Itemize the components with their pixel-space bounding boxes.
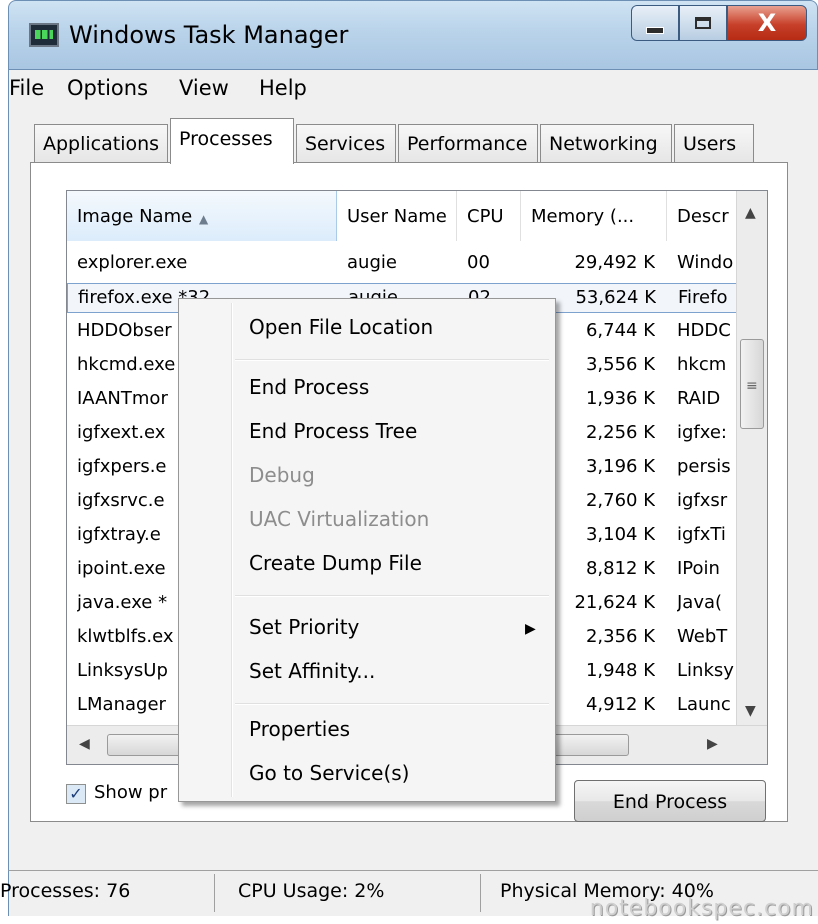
menu-separator	[235, 703, 549, 705]
cell-name: explorer.exe	[77, 252, 188, 273]
menu-view[interactable]: View	[179, 76, 229, 100]
tab-services[interactable]: Services	[296, 124, 396, 162]
scroll-left-icon[interactable]: ◀	[79, 736, 90, 752]
cell-cpu: 00	[467, 252, 490, 273]
status-divider	[480, 874, 481, 912]
menu-end-process[interactable]: End Process	[249, 375, 369, 399]
cell-desc: HDDC	[677, 320, 731, 341]
cell-desc: RAID	[677, 388, 721, 409]
context-menu: Open File Location End Process End Proce…	[178, 298, 556, 802]
show-processes-checkbox[interactable]: ✓	[66, 784, 86, 804]
cell-desc: Windo	[677, 252, 734, 273]
cell-desc: Java(	[677, 592, 723, 613]
minimize-button[interactable]	[631, 5, 679, 41]
menu-file[interactable]: File	[9, 76, 44, 100]
status-processes: Processes: 76	[0, 880, 131, 902]
submenu-arrow-icon: ▶	[525, 621, 536, 637]
caption-buttons: X	[631, 5, 807, 43]
maximize-button[interactable]	[679, 5, 727, 41]
menu-separator	[235, 595, 549, 597]
cell-desc: igfxe:	[677, 422, 728, 443]
cell-user: augie	[347, 252, 397, 273]
menu-gutter	[231, 303, 233, 797]
vertical-scrollbar[interactable]: ▲ ≡ ▼	[736, 191, 767, 725]
menu-set-affinity[interactable]: Set Affinity...	[249, 659, 375, 683]
cell-desc: Firefo	[678, 287, 728, 308]
menu-help[interactable]: Help	[259, 76, 307, 100]
menu-uac-virtualization: UAC Virtualization	[249, 507, 430, 531]
close-icon: X	[757, 9, 777, 37]
check-mark-icon: ✓	[69, 784, 83, 803]
cell-desc: WebT	[677, 626, 728, 647]
watermark: notebookspec.com	[589, 896, 814, 921]
tab-networking[interactable]: Networking	[540, 124, 672, 162]
menu-end-process-tree[interactable]: End Process Tree	[249, 419, 417, 443]
scroll-right-icon[interactable]: ▶	[707, 736, 718, 752]
menu-options[interactable]: Options	[67, 76, 148, 100]
menu-open-file-location[interactable]: Open File Location	[249, 315, 433, 339]
menu-create-dump-file[interactable]: Create Dump File	[249, 551, 422, 575]
grip-icon: ≡	[746, 378, 758, 394]
menu-properties[interactable]: Properties	[249, 717, 350, 741]
end-process-button[interactable]: End Process	[574, 780, 766, 822]
cell-mem: 29,492 K	[574, 252, 655, 273]
title-bar[interactable]: Windows Task Manager X	[8, 0, 818, 70]
minimize-icon	[646, 26, 664, 34]
tab-users[interactable]: Users	[674, 124, 754, 162]
cell-desc: IPoin	[677, 558, 720, 579]
column-label: Image Name	[77, 206, 193, 227]
column-user-name[interactable]: User Name	[337, 191, 457, 241]
task-manager-icon	[29, 23, 59, 47]
scroll-up-icon[interactable]: ▲	[745, 205, 756, 221]
status-cpu: CPU Usage: 2%	[238, 880, 385, 902]
table-row[interactable]: explorer.exe augie 00 29,492 K Windo	[67, 249, 737, 279]
cell-desc: hkcm	[677, 354, 727, 375]
cell-desc: Launc	[677, 694, 731, 715]
vertical-scroll-thumb[interactable]: ≡	[740, 339, 764, 429]
menu-go-to-services[interactable]: Go to Service(s)	[249, 761, 409, 785]
cell-desc: persis	[677, 456, 731, 477]
column-description[interactable]: Descr	[667, 191, 737, 241]
column-cpu[interactable]: CPU	[457, 191, 521, 241]
menu-separator	[235, 359, 549, 361]
column-image-name[interactable]: ▲ Image Name	[67, 191, 337, 241]
cell-desc: Linksy	[677, 660, 734, 681]
menu-set-priority[interactable]: Set Priority	[249, 615, 359, 639]
status-divider	[214, 874, 215, 912]
tab-processes[interactable]: Processes	[170, 118, 294, 164]
scroll-down-icon[interactable]: ▼	[745, 703, 756, 719]
menu-bar: File Options View Help	[8, 70, 818, 108]
maximize-icon	[695, 17, 711, 29]
task-manager-window: Windows Task Manager X File Options View…	[0, 0, 818, 924]
tab-applications[interactable]: Applications	[34, 124, 168, 162]
window-title: Windows Task Manager	[69, 21, 349, 49]
cell-desc: igfxsr	[677, 490, 728, 511]
sort-up-icon: ▲	[199, 212, 209, 226]
column-memory[interactable]: Memory (...	[521, 191, 667, 241]
menu-debug: Debug	[249, 463, 315, 487]
cell-desc: igfxTi	[677, 524, 726, 545]
tab-performance[interactable]: Performance	[398, 124, 538, 162]
show-processes-label: Show pr	[94, 782, 168, 803]
close-button[interactable]: X	[727, 5, 807, 41]
